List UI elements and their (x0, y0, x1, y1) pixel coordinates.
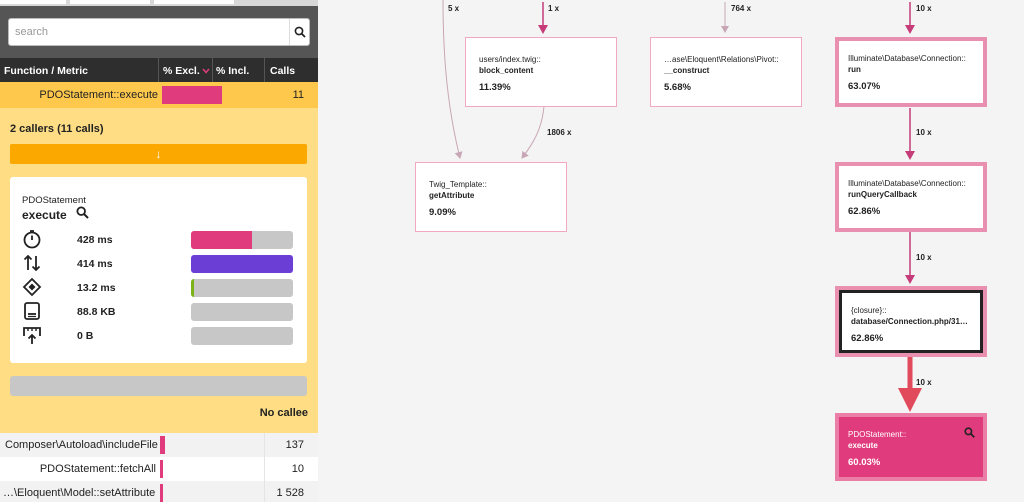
cpu-icon (22, 277, 42, 297)
search-icon[interactable] (964, 427, 975, 438)
memory-icon (24, 302, 40, 320)
metric-bar (191, 327, 293, 345)
list-item[interactable]: Composer\Autoload\includeFile 137 (0, 433, 318, 457)
col-function[interactable]: Function / Metric (4, 65, 88, 77)
callers-panel: 2 callers (11 calls) ↓ PDOStatement exec… (0, 108, 318, 433)
metric-bar (191, 303, 293, 321)
graph-node[interactable]: Twig_Template:: getAttribute 9.09% (415, 162, 567, 232)
method-name: execute (22, 208, 67, 222)
calls-count: 11 (292, 89, 304, 101)
metric-bar (191, 279, 293, 297)
column-header: Function / Metric % Excl. % Incl. Calls (0, 58, 318, 82)
edge-label: 1 x (548, 4, 560, 13)
search-input[interactable] (9, 19, 291, 45)
col-excl[interactable]: % Excl. (163, 65, 200, 77)
clock-icon (23, 230, 41, 249)
graph-node-hot[interactable]: PDOStatement:: execute 60.03% (835, 413, 987, 481)
metric-memory: 88.8 KB (22, 301, 297, 323)
metric-network: 0 B (22, 325, 297, 347)
metric-cpu-time: 13.2 ms (22, 277, 297, 299)
sort-desc-icon (202, 68, 210, 74)
arrow-down-icon: ↓ (155, 147, 162, 161)
metric-io-time: 414 ms (22, 253, 297, 275)
tab-2[interactable] (70, 0, 150, 4)
search-button[interactable] (289, 19, 309, 45)
excl-bar (162, 86, 222, 104)
col-incl[interactable]: % Incl. (216, 65, 249, 77)
top-tab-strip (0, 0, 318, 6)
edge-label: 10 x (916, 253, 932, 262)
search-icon (294, 26, 306, 38)
class-name: PDOStatement (22, 195, 86, 206)
graph-node[interactable]: …ase\Eloquent\Relations\Pivot:: __constr… (650, 37, 802, 107)
metric-wall-time: 428 ms (22, 229, 297, 251)
no-callee-label: No callee (259, 407, 308, 419)
callees-bar[interactable] (10, 376, 307, 396)
network-icon (23, 327, 41, 344)
edge-label: 5 x (448, 4, 460, 13)
col-calls[interactable]: Calls (270, 65, 295, 77)
graph-arrowhead-hot (898, 388, 922, 412)
metric-bar (191, 255, 293, 273)
tab-1[interactable] (0, 0, 66, 4)
profile-sidebar: Function / Metric % Excl. % Incl. Calls … (0, 0, 318, 502)
list-item[interactable]: …\Eloquent\Model::setAttribute 1 528 (0, 481, 318, 502)
io-arrows-icon (23, 254, 41, 272)
function-detail-card: PDOStatement execute 428 ms 414 ms 13.2 … (10, 177, 307, 363)
edge-label: 1806 x (547, 128, 572, 137)
graph-node[interactable]: users/index.twig:: block_content 11.39% (465, 37, 617, 107)
metric-bar (191, 231, 293, 249)
search-box (8, 18, 310, 46)
edge-label: 764 x (731, 4, 752, 13)
expand-callers-button[interactable]: ↓ (10, 144, 307, 164)
graph-edge (521, 105, 545, 159)
edge-label: 10 x (916, 4, 932, 13)
call-graph[interactable]: 5 x 1 x 764 x 10 x 1806 x 10 x 10 x 10 x… (318, 0, 1024, 502)
search-icon[interactable] (76, 206, 89, 219)
callers-title: 2 callers (11 calls) (10, 123, 104, 135)
graph-node[interactable]: Illuminate\Database\Connection:: runQuer… (835, 162, 987, 232)
graph-edge (442, 0, 463, 159)
graph-node[interactable]: Illuminate\Database\Connection:: run 63.… (835, 37, 987, 107)
edge-label: 10 x (916, 128, 932, 137)
tab-3[interactable] (154, 0, 234, 4)
edge-label: 10 x (916, 378, 932, 387)
list-item[interactable]: PDOStatement::fetchAll 10 (0, 457, 318, 481)
selected-function-row[interactable]: PDOStatement::execute 11 (0, 82, 318, 108)
graph-node-selected[interactable]: {closure}:: database/Connection.php/31… … (835, 286, 987, 357)
function-name: PDOStatement::execute (39, 89, 158, 101)
